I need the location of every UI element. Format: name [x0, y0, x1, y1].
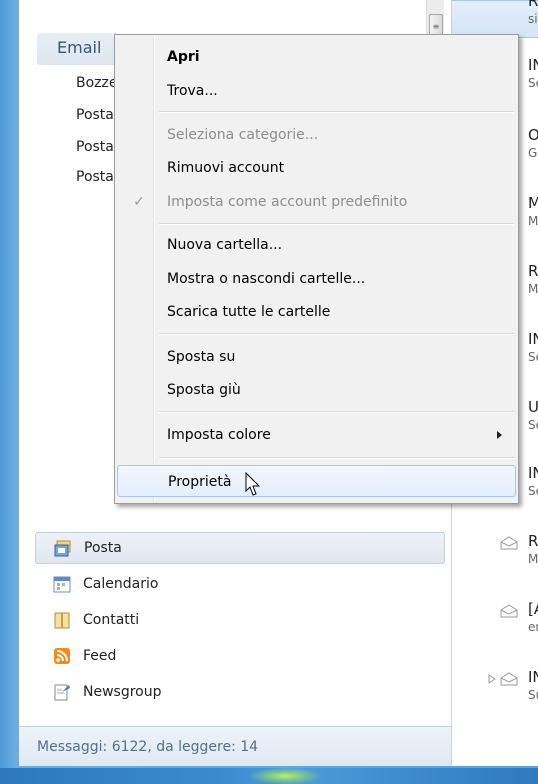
nav-item-feed[interactable]: Feed [35, 640, 445, 672]
window-bottom-border [0, 768, 538, 784]
submenu-arrow-icon [497, 431, 502, 439]
checkmark-icon: ✓ [133, 194, 145, 210]
navigation-pane: Posta Calendario Contatti Feed Newsgroup [19, 528, 451, 728]
menu-item-proprieta[interactable]: Proprietà [117, 465, 516, 497]
folder-item-posta-2[interactable]: Posta [76, 136, 118, 158]
folder-item-posta-1[interactable]: Posta [76, 104, 118, 126]
menu-item-imposta-predefinito: ✓ Imposta come account predefinito [117, 186, 516, 218]
status-bar: Messaggi: 6122, da leggere: 14 [19, 726, 451, 766]
menu-item-sposta-giu[interactable]: Sposta giù [117, 374, 516, 406]
menu-item-seleziona-categorie: Seleziona categorie... [167, 127, 319, 143]
message-row[interactable]: IN Su [452, 668, 538, 704]
envelope-icon [500, 604, 518, 618]
menu-item-imposta-colore[interactable]: Imposta colore [117, 419, 516, 451]
context-menu: Apri Trova... Seleziona categorie... Rim… [114, 34, 519, 504]
menu-separator [159, 457, 514, 459]
folder-item-posta-3[interactable]: Posta [76, 166, 118, 188]
nav-item-label: Calendario [83, 576, 159, 592]
menu-item-apri[interactable]: Apri [117, 41, 516, 73]
message-subject: [A [528, 600, 538, 618]
mail-icon [54, 540, 71, 557]
menu-item-rimuovi-account[interactable]: Rimuovi account [117, 152, 516, 184]
nav-item-posta[interactable]: Posta [35, 532, 445, 564]
message-sender: sir [528, 12, 538, 26]
menu-separator [159, 411, 514, 413]
message-subject: Re [528, 532, 538, 550]
message-sender: M [528, 552, 538, 566]
calendar-icon [53, 576, 71, 593]
nav-item-label: Posta [84, 540, 122, 556]
menu-separator [159, 223, 514, 225]
nav-item-label: Newsgroup [83, 684, 162, 700]
nav-item-label: Contatti [83, 612, 140, 628]
nav-item-label: Feed [83, 648, 117, 664]
message-sender: en [528, 620, 538, 634]
menu-item-label: Imposta colore [167, 427, 271, 443]
menu-separator [159, 111, 514, 113]
folder-item-bozze[interactable]: Bozze [76, 72, 118, 94]
message-sender: Su [528, 688, 538, 702]
newsgroup-icon [54, 684, 70, 701]
message-subject: Re [528, 0, 538, 10]
nav-item-newsgroup[interactable]: Newsgroup [35, 676, 445, 708]
menu-item-nuova-cartella[interactable]: Nuova cartella... [117, 229, 516, 261]
contacts-icon [54, 612, 70, 629]
menu-item-mostra-nascondi-cartelle[interactable]: Mostra o nascondi cartelle... [117, 263, 516, 295]
menu-item-scarica-cartelle[interactable]: Scarica tutte le cartelle [117, 296, 516, 328]
menu-item-sposta-su[interactable]: Sposta su [117, 341, 516, 373]
message-row[interactable]: Re sir [452, 0, 538, 28]
mouse-pointer-icon [245, 472, 261, 496]
menu-item-trova[interactable]: Trova... [117, 75, 516, 107]
menu-separator [159, 333, 514, 335]
email-account-header[interactable]: Email [37, 33, 117, 65]
expand-thread-icon[interactable] [488, 674, 496, 684]
rss-feed-icon [54, 648, 70, 664]
nav-item-contatti[interactable]: Contatti [35, 604, 445, 636]
message-row[interactable]: Re M [452, 532, 538, 568]
envelope-icon [500, 672, 518, 686]
menu-item-label: Imposta come account predefinito [167, 194, 408, 210]
nav-item-calendario[interactable]: Calendario [35, 568, 445, 600]
message-row[interactable]: [A en [452, 600, 538, 636]
taskbar-glow [250, 768, 320, 784]
envelope-icon [500, 536, 518, 550]
